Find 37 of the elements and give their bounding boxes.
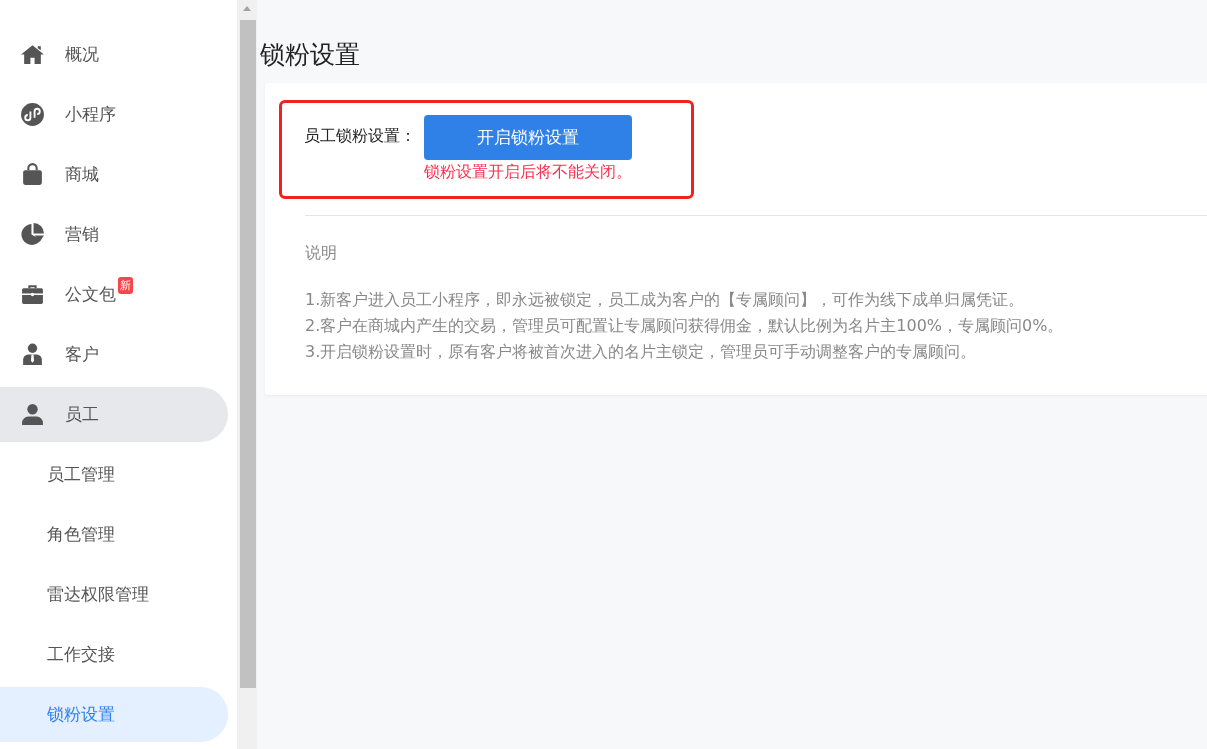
nav-label: 客户 [65, 343, 99, 366]
nav-item[interactable]: 员工 [0, 387, 228, 442]
enable-button[interactable]: 开启锁粉设置 [424, 115, 632, 160]
field-label: 员工锁粉设置： [304, 126, 416, 147]
nav-item[interactable]: 公文包 新 [0, 267, 228, 322]
nav-item[interactable]: 商城 [0, 147, 228, 202]
submenu-item[interactable]: 雷达权限管理 [0, 567, 228, 622]
warning-text: 锁粉设置开启后将不能关闭。 [424, 162, 632, 183]
scrollbar[interactable] [237, 0, 257, 749]
note-line: 2.客户在商城内产生的交易，管理员可配置让专属顾问获得佣金，默认比例为名片主100%，专属顾问0%。 [305, 315, 1065, 337]
page-title: 锁粉设置 [260, 39, 361, 71]
note-line: 1.新客户进入员工小程序，即永远被锁定，员工成为客户的【专属顾问】，可作为线下成单归属凭证。 [305, 289, 1026, 311]
person-tie-icon [20, 342, 45, 367]
new-badge: 新 [118, 277, 133, 294]
pie-chart-icon [20, 222, 45, 247]
notes-heading: 说明 [305, 243, 338, 264]
scrollbar-thumb[interactable] [240, 20, 256, 688]
submenu-item[interactable]: 角色管理 [0, 507, 228, 562]
submenu-item[interactable]: 员工管理 [0, 447, 228, 502]
scroll-up-icon[interactable] [243, 6, 251, 11]
nav-item[interactable]: 概况 [0, 27, 228, 82]
nav-label: 营销 [65, 223, 99, 246]
note-line: 3.开启锁粉设置时，原有客户将被首次进入的名片主锁定，管理员可手动调整客户的专属顾问。 [305, 341, 978, 363]
link-icon [20, 102, 45, 127]
person-icon [20, 402, 45, 427]
nav-item[interactable]: 营销 [0, 207, 228, 262]
bag-icon [20, 162, 45, 187]
briefcase-icon [20, 282, 45, 307]
nav-item[interactable]: 小程序 [0, 87, 228, 142]
submenu-item[interactable]: 工作交接 [0, 627, 228, 682]
nav-item[interactable]: 客户 [0, 327, 228, 382]
nav-label: 公文包 [65, 283, 116, 306]
nav-label: 商城 [65, 163, 99, 186]
nav-label: 小程序 [65, 103, 116, 126]
home-icon [20, 42, 45, 67]
nav-label: 概况 [65, 43, 99, 66]
nav-label: 员工 [65, 403, 99, 426]
